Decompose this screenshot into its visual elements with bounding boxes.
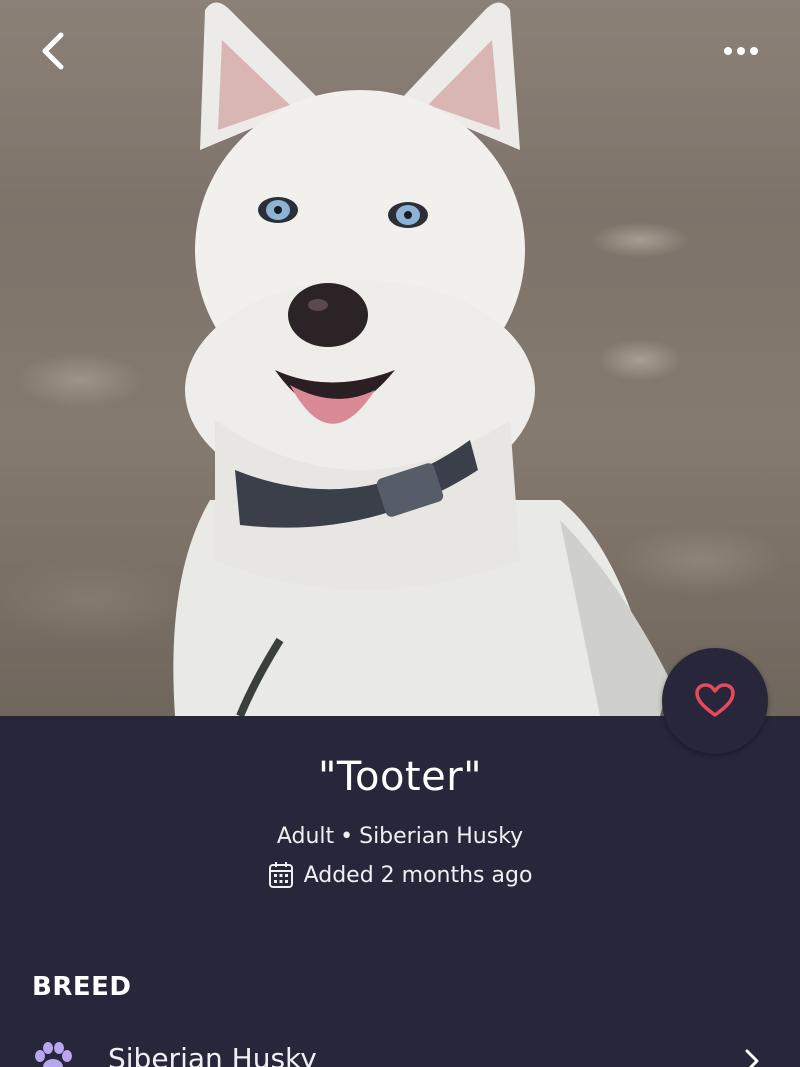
pet-age: Adult bbox=[276, 824, 335, 849]
back-button[interactable] bbox=[30, 28, 76, 74]
more-horizontal-icon bbox=[724, 47, 758, 55]
pet-meta: Adult • Siberian Husky bbox=[0, 824, 800, 849]
meta-separator: • bbox=[340, 824, 354, 849]
husky-illustration bbox=[173, 2, 670, 716]
pet-detail-screen: "Tooter" Adult • Siberian Husky Added 2 mo… bbox=[0, 0, 800, 1067]
favorite-button[interactable] bbox=[662, 648, 768, 754]
breed-item-label: Siberian Husky bbox=[108, 1042, 317, 1067]
chevron-right-icon bbox=[745, 1049, 759, 1067]
pet-photo bbox=[0, 0, 800, 716]
added-date: Added 2 months ago bbox=[0, 861, 800, 889]
chevron-left-icon bbox=[42, 32, 64, 70]
pet-info-panel: "Tooter" Adult • Siberian Husky Added 2 mo… bbox=[0, 716, 800, 1067]
heart-outline-icon bbox=[695, 683, 735, 717]
paw-icon bbox=[35, 1042, 72, 1067]
breed-section-title: BREED bbox=[32, 972, 132, 1002]
more-options-button[interactable] bbox=[718, 34, 764, 68]
calendar-icon bbox=[268, 862, 293, 888]
added-text: Added 2 months ago bbox=[303, 862, 533, 888]
pet-breed: Siberian Husky bbox=[359, 824, 524, 849]
breed-list-item[interactable]: Siberian Husky bbox=[0, 1034, 800, 1067]
pet-name: "Tooter" bbox=[317, 754, 483, 800]
